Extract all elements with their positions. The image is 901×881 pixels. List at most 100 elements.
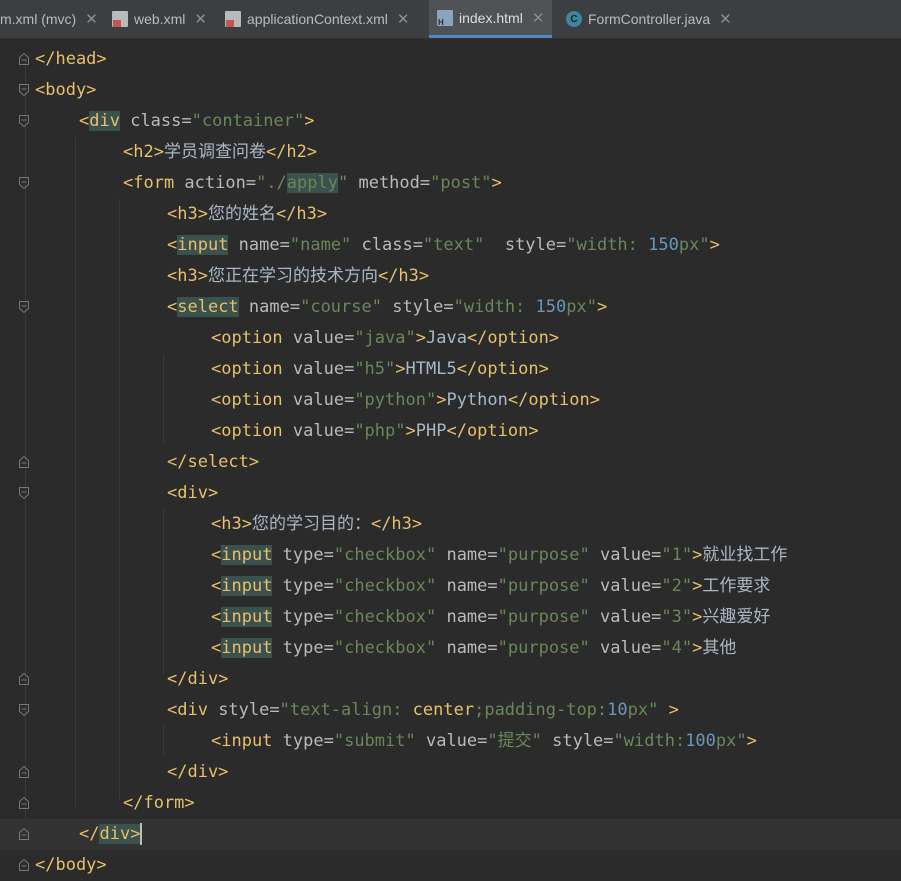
code-token: "submit" (333, 731, 416, 751)
tab-applicationcontext-xml[interactable]: applicationContext.xml ✕ (225, 0, 409, 38)
close-icon[interactable]: ✕ (719, 10, 732, 28)
code-line[interactable]: <option value="h5">HTML5</option> (0, 354, 901, 385)
code-line[interactable]: <option value="python">Python</option> (0, 385, 901, 416)
code-line[interactable]: </div> (0, 819, 901, 850)
code-text: <input type="submit" value="提交" style="w… (211, 726, 757, 757)
code-line[interactable]: <option value="java">Java</option> (0, 323, 901, 354)
code-token: < (211, 545, 222, 565)
fold-end-icon[interactable] (18, 858, 30, 872)
code-token: input (177, 235, 229, 255)
tab-web-xml[interactable]: web.xml ✕ (112, 0, 207, 38)
code-line[interactable]: <input type="checkbox" name="purpose" va… (0, 602, 901, 633)
editor-tab-bar: m.xml (mvc) ✕ web.xml ✕ applicationConte… (0, 0, 901, 39)
code-text: <h3>您的学习目的：</h3> (211, 509, 422, 540)
code-token: 兴趣爱好 (702, 607, 771, 627)
code-token: "4" (661, 638, 693, 658)
tab-index-html[interactable]: index.html ✕ (429, 0, 553, 38)
code-line[interactable]: </div> (0, 757, 901, 788)
xml-file-icon (112, 11, 128, 27)
code-text: </div> (79, 819, 143, 850)
code-text: <input type="checkbox" name="purpose" va… (211, 602, 770, 633)
code-text: </div> (167, 757, 228, 788)
code-line[interactable]: <input type="checkbox" name="purpose" va… (0, 633, 901, 664)
tab-label: web.xml (134, 11, 186, 27)
fold-collapse-icon[interactable] (18, 176, 30, 190)
tab-m-xml[interactable]: m.xml (mvc) ✕ (0, 0, 104, 38)
code-line[interactable]: <input name="name" class="text" style="w… (0, 230, 901, 261)
fold-end-icon[interactable] (18, 765, 30, 779)
code-token: </ (79, 824, 100, 844)
code-line[interactable]: <input type="submit" value="提交" style="w… (0, 726, 901, 757)
code-line[interactable]: <div style="text-align: center;padding-t… (0, 695, 901, 726)
code-token: </h2> (265, 142, 318, 162)
code-line[interactable]: <h3>您正在学习的技术方向</h3> (0, 261, 901, 292)
code-line[interactable]: <input type="checkbox" name="purpose" va… (0, 571, 901, 602)
fold-collapse-icon[interactable] (18, 83, 30, 97)
tab-formcontroller-java[interactable]: C FormController.java ✕ (566, 0, 732, 38)
code-token: <div> (167, 483, 219, 503)
code-text: <input type="checkbox" name="purpose" va… (211, 633, 736, 664)
code-line[interactable]: <body> (0, 75, 901, 106)
fold-collapse-icon[interactable] (18, 486, 30, 500)
code-line[interactable]: <div class="container"> (0, 106, 901, 137)
code-line[interactable]: </body> (0, 850, 901, 881)
code-text: </form> (123, 788, 195, 819)
code-token: 就业找工作 (702, 545, 788, 565)
code-line[interactable]: </form> (0, 788, 901, 819)
code-line[interactable]: </div> (0, 664, 901, 695)
fold-end-icon[interactable] (18, 796, 30, 810)
fold-end-icon[interactable] (18, 827, 30, 841)
code-line[interactable]: <h2>学员调查问卷</h2> (0, 137, 901, 168)
code-line[interactable]: <option value="php">PHP</option> (0, 416, 901, 447)
code-token: < (79, 111, 90, 131)
code-token: "purpose" (497, 638, 590, 658)
code-token: "purpose" (497, 545, 590, 565)
close-icon[interactable]: ✕ (532, 9, 545, 27)
code-token: "text" (422, 235, 485, 255)
code-line[interactable]: <form action="./apply" method="post"> (0, 168, 901, 199)
code-token: </select> (167, 452, 260, 472)
code-token: "text-align: (279, 700, 413, 720)
code-token: name= (436, 545, 498, 565)
code-token: input (221, 545, 273, 565)
code-token: value= (589, 607, 662, 627)
fold-end-icon[interactable] (18, 455, 30, 469)
fold-collapse-icon[interactable] (18, 703, 30, 717)
close-icon[interactable]: ✕ (397, 10, 410, 28)
fold-end-icon[interactable] (18, 52, 30, 66)
fold-collapse-icon[interactable] (18, 114, 30, 128)
fold-end-icon[interactable] (18, 672, 30, 686)
code-token: > (436, 390, 447, 410)
code-token: <h2> (123, 142, 164, 162)
close-icon[interactable]: ✕ (85, 10, 98, 28)
code-line[interactable]: <input type="checkbox" name="purpose" va… (0, 540, 901, 571)
code-token: "course" (300, 297, 382, 317)
code-text: <input type="checkbox" name="purpose" va… (211, 571, 770, 602)
code-line[interactable]: </select> (0, 447, 901, 478)
tab-label: index.html (459, 9, 523, 26)
fold-collapse-icon[interactable] (18, 300, 30, 314)
code-editor[interactable]: </head> <body> <div class="container"> <h2>… (0, 39, 901, 879)
code-token: "container" (191, 111, 305, 131)
code-token: > (658, 700, 679, 720)
close-icon[interactable]: ✕ (194, 10, 207, 28)
code-token: "checkbox" (333, 638, 437, 658)
code-line[interactable]: </head> (0, 44, 901, 75)
code-token: 10 (607, 700, 628, 720)
code-token: <h3> (211, 514, 252, 534)
code-token: style= (484, 235, 567, 255)
code-token: </div> (167, 669, 229, 689)
code-token: name= (436, 576, 498, 596)
code-token: </option> (446, 421, 539, 441)
code-token: value= (589, 576, 662, 596)
tab-label: m.xml (mvc) (0, 11, 77, 27)
code-line[interactable]: <h3>您的学习目的：</h3> (0, 509, 901, 540)
code-token: "java" (354, 328, 416, 348)
code-token: center (412, 700, 475, 720)
code-token: "3" (661, 607, 693, 627)
code-line[interactable]: <select name="course" style="width: 150p… (0, 292, 901, 323)
code-token: </h3> (275, 204, 328, 224)
code-token: <input (211, 731, 283, 751)
code-line[interactable]: <h3>您的姓名</h3> (0, 199, 901, 230)
code-line[interactable]: <div> (0, 478, 901, 509)
